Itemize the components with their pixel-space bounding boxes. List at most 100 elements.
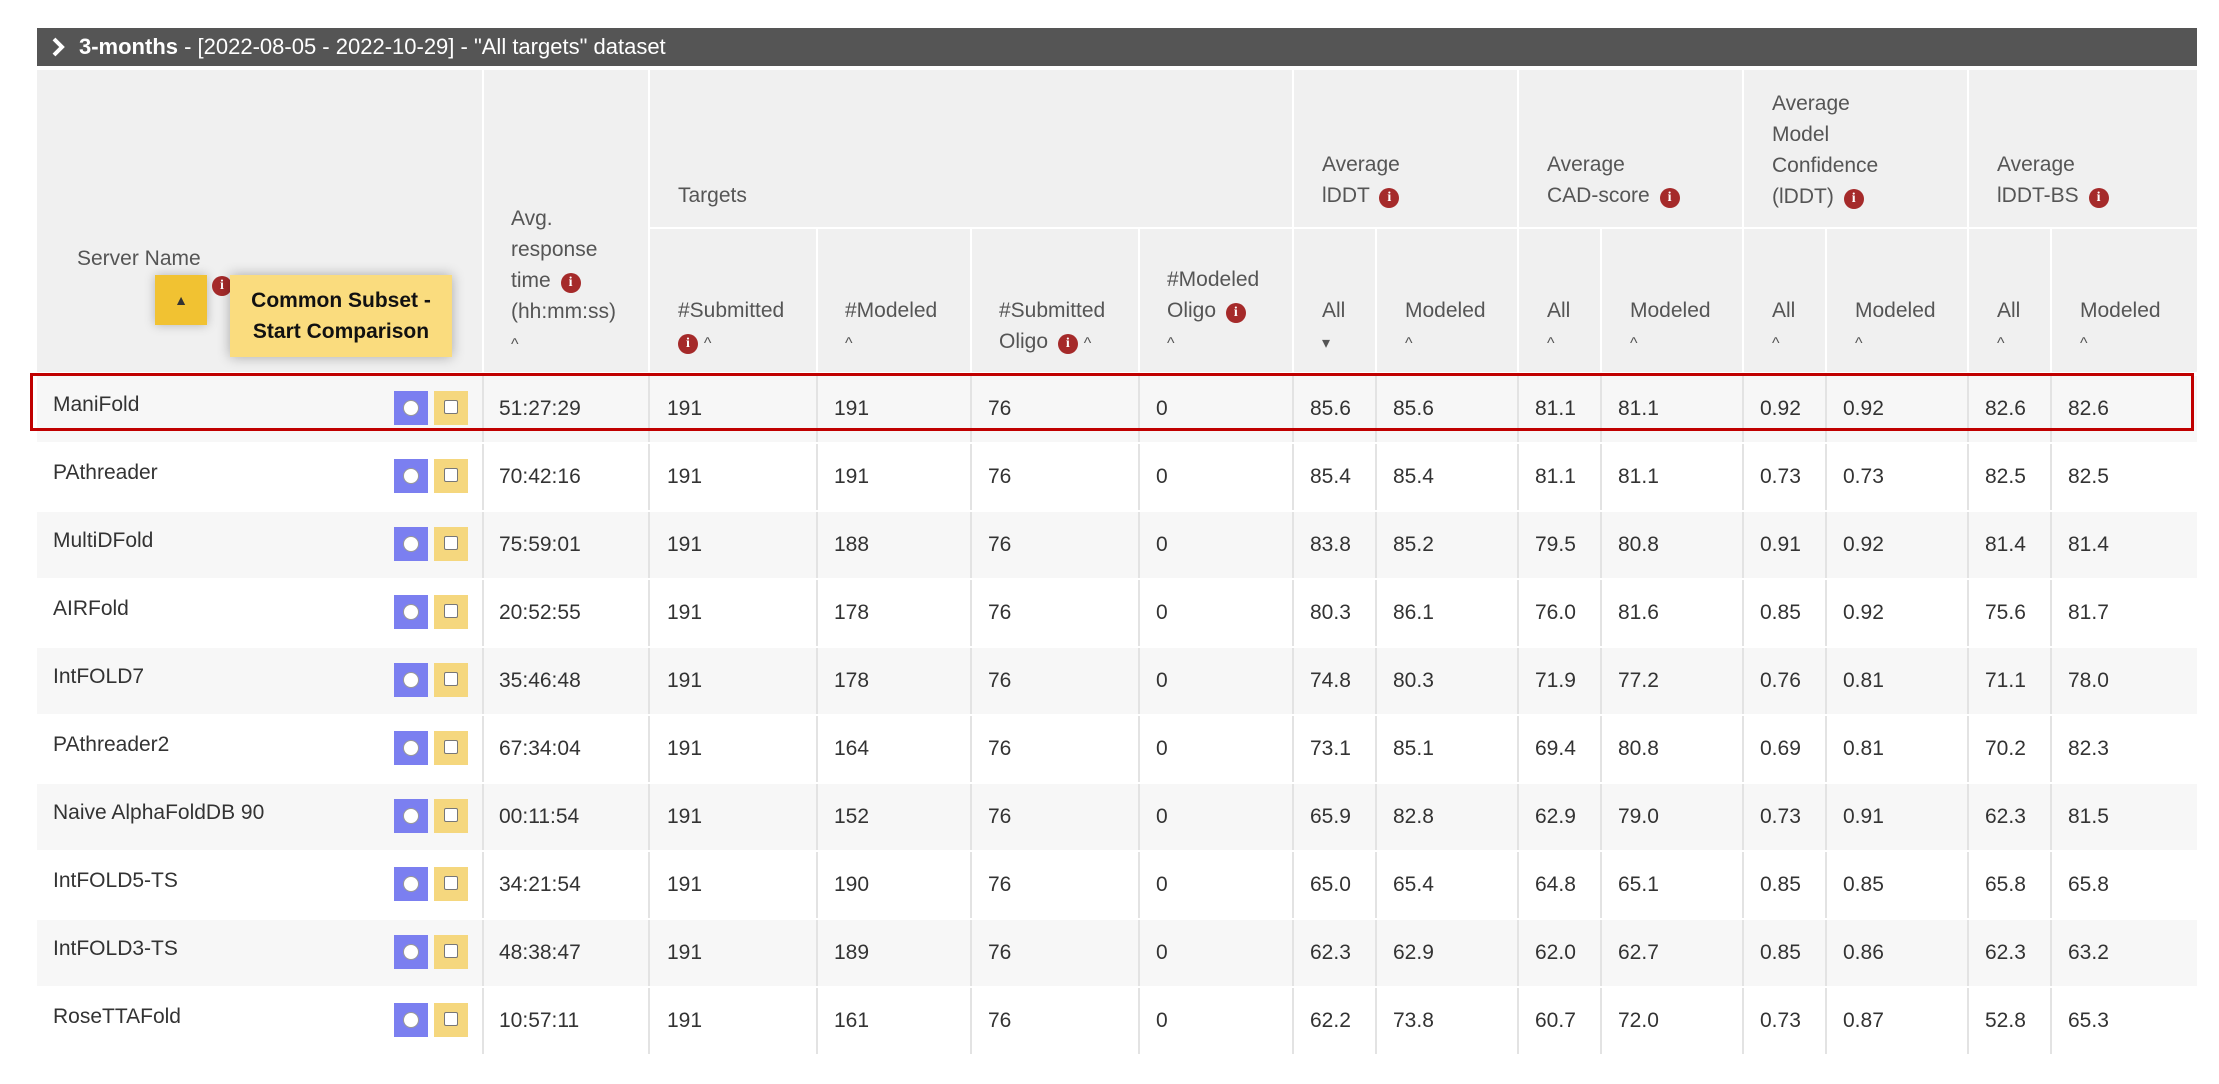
column-divider [1375,852,1377,918]
sort-caret-icon[interactable]: ^ [1630,335,1638,352]
confidence-modeled-header[interactable]: Modeled ^ [1855,295,1936,359]
time-cell: 00:11:54 [499,805,580,828]
lddt-modeled-header[interactable]: Modeled ^ [1405,295,1486,359]
sort-caret-icon[interactable]: ^ [845,335,853,352]
avg-response-time-header[interactable]: Avg. response time i (hh:mm:ss) ^ [511,203,616,360]
select-radio-button[interactable] [394,731,428,765]
column-divider [1967,852,1969,918]
sort-caret-icon[interactable]: ^ [511,336,519,353]
sort-caret-icon[interactable]: ^ [1084,335,1092,352]
select-radio-button[interactable] [394,867,428,901]
column-divider [1517,920,1519,986]
table-row: IntFOLD7 35:46:48 191 178 76 0 74.8 80.3 71.9 77.… [37,648,2197,714]
compare-checkbox[interactable] [434,1003,468,1037]
submitted-cell: 191 [667,873,703,896]
lddt-mod-cell: 62.9 [1393,941,1434,964]
compare-checkbox[interactable] [434,935,468,969]
column-divider [970,988,972,1054]
submitted-cell: 191 [667,601,703,624]
mod-oligo-cell: 0 [1156,873,1168,896]
lddt-all-cell: 80.3 [1310,601,1351,624]
column-divider [482,512,484,578]
cad-all-cell: 62.9 [1535,805,1576,828]
submitted-cell: 191 [667,737,703,760]
info-icon[interactable]: i [1057,334,1078,354]
cad-all-cell: 81.1 [1535,465,1576,488]
conf-mod-cell: 0.87 [1843,1009,1884,1032]
average-lddt-bs-header: Average lDDT-BS i [1997,149,2109,211]
sub-oligo-cell: 76 [988,941,1012,964]
column-divider [1742,512,1744,578]
lddt-mod-cell: 85.4 [1393,465,1434,488]
bs-mod-cell: 65.8 [2068,873,2109,896]
column-divider [1375,512,1377,578]
mod-oligo-cell: 0 [1156,941,1168,964]
bs-mod-cell: 82.3 [2068,737,2109,760]
sort-caret-icon[interactable]: ^ [1405,335,1413,352]
panel-header[interactable]: 3-months - [2022-08-05 - 2022-10-29] - "… [37,28,2197,66]
compare-checkbox[interactable] [434,527,468,561]
compare-checkbox[interactable] [434,663,468,697]
lddt-all-cell: 65.0 [1310,873,1351,896]
info-icon[interactable]: i [1225,303,1246,323]
compare-checkbox[interactable] [434,595,468,629]
cad-all-header[interactable]: All ^ [1547,295,1570,359]
modeled-cell: 188 [834,533,870,556]
info-icon[interactable]: i [1379,188,1400,208]
select-radio-button[interactable] [394,527,428,561]
confidence-all-header[interactable]: All ^ [1772,295,1795,359]
compare-checkbox[interactable] [434,799,468,833]
bs-mod-cell: 78.0 [2068,669,2109,692]
modeled-header[interactable]: #Modeled ^ [845,295,937,359]
sort-ascending-button[interactable]: ▲ [155,275,207,325]
conf-mod-cell: 0.73 [1843,465,1884,488]
info-icon[interactable]: i [1843,189,1864,209]
column-divider [1517,444,1519,510]
column-divider [1600,648,1602,714]
lddt-mod-cell: 65.4 [1393,873,1434,896]
sort-caret-icon[interactable]: ^ [704,335,712,352]
lddt-bs-all-header[interactable]: All ^ [1997,295,2020,359]
column-divider [970,852,972,918]
select-radio-button[interactable] [394,1003,428,1037]
lddt-bs-modeled-header[interactable]: Modeled ^ [2080,295,2161,359]
submitted-header[interactable]: #Submitted i ^ [678,295,784,359]
info-icon[interactable]: i [212,276,232,296]
info-icon[interactable]: i [678,334,698,354]
cad-mod-cell: 65.1 [1618,873,1659,896]
sort-descending-icon[interactable]: ▾ [1322,335,1330,352]
info-icon[interactable]: i [2088,188,2109,208]
compare-checkbox[interactable] [434,867,468,901]
select-radio-button[interactable] [394,459,428,493]
submitted-oligo-header[interactable]: #Submitted Oligo i ^ [999,295,1105,359]
modeled-oligo-header[interactable]: #Modeled Oligo i ^ [1167,264,1259,359]
time-cell: 35:46:48 [499,669,581,692]
column-divider [1600,920,1602,986]
sort-caret-icon[interactable]: ^ [1167,335,1175,352]
common-subset-comparison-button[interactable]: Common Subset - Start Comparison [230,275,452,357]
sort-caret-icon[interactable]: ^ [1997,335,2005,352]
info-icon[interactable]: i [560,273,581,293]
select-radio-button[interactable] [394,799,428,833]
select-radio-button[interactable] [394,595,428,629]
lddt-all-header[interactable]: All ▾ [1322,295,1345,359]
sort-caret-icon[interactable]: ^ [1855,335,1863,352]
compare-checkbox[interactable] [434,459,468,493]
sort-caret-icon[interactable]: ^ [2080,335,2088,352]
select-radio-button[interactable] [394,663,428,697]
cad-mod-cell: 77.2 [1618,669,1659,692]
modeled-cell: 189 [834,941,870,964]
info-icon[interactable]: i [1659,188,1680,208]
column-divider [1967,716,1969,782]
column-divider [1138,852,1140,918]
server-name-cell: RoseTTAFold [53,1005,181,1028]
cad-modeled-header[interactable]: Modeled ^ [1630,295,1711,359]
mod-oligo-cell: 0 [1156,669,1168,692]
bs-all-cell: 71.1 [1985,669,2026,692]
conf-mod-cell: 0.85 [1843,873,1884,896]
chevron-right-icon[interactable] [47,28,69,66]
select-radio-button[interactable] [394,935,428,969]
sort-caret-icon[interactable]: ^ [1772,335,1780,352]
sort-caret-icon[interactable]: ^ [1547,335,1555,352]
compare-checkbox[interactable] [434,731,468,765]
